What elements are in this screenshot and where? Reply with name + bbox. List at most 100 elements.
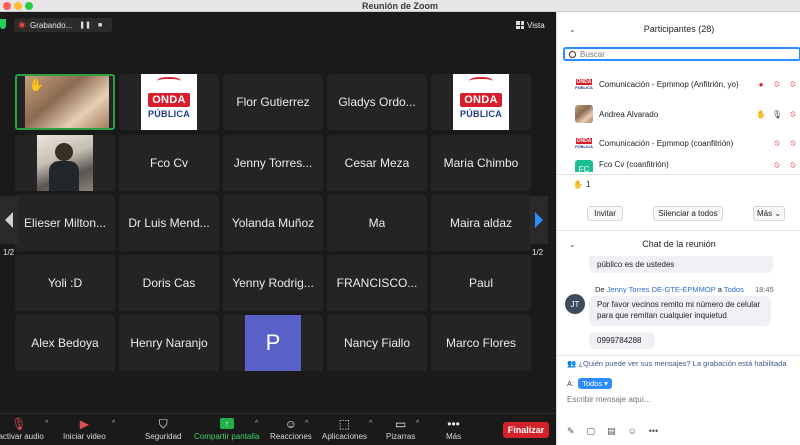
more-options-icon[interactable]: ••• xyxy=(649,426,658,437)
share-screen-icon: ↑ xyxy=(219,418,234,429)
participant-tile[interactable]: Fco Cv xyxy=(119,135,219,191)
participant-tile[interactable]: Maria Chimbo xyxy=(431,135,531,191)
raised-hand-icon: ✋ xyxy=(756,109,766,119)
participant-tile[interactable]: Jenny Torres... xyxy=(223,135,323,191)
chat-visibility-notice[interactable]: 👥 ¿Quién puede ver sus mensajes? La grab… xyxy=(567,359,787,368)
side-panel: ⌄ Participantes (28) ONDAPÚBLICA Comunic… xyxy=(556,12,800,445)
stop-recording-icon[interactable]: ■ xyxy=(98,22,102,29)
participant-tile[interactable]: ONDA PÚBLICA xyxy=(431,74,531,130)
collapse-chevron-icon[interactable]: ⌄ xyxy=(569,25,576,34)
participant-row[interactable]: ONDA PÚBLICA Comunicación - Epmmop (coanf… xyxy=(575,133,800,153)
participant-name: Alex Bedoya xyxy=(31,336,99,350)
ellipsis-icon: ••• xyxy=(447,417,460,431)
participant-tile[interactable]: FRANCISCO... xyxy=(327,255,427,311)
emoji-reaction-icon: ☺ xyxy=(284,417,298,431)
raised-hand-icon: ✋ xyxy=(29,78,44,92)
participant-row[interactable]: ONDA PÚBLICA Comunicación - Epmmop (Anfit… xyxy=(575,74,800,94)
participant-initial-avatar: P xyxy=(245,315,301,371)
participant-tile[interactable]: Doris Cas xyxy=(119,255,219,311)
whiteboard-icon: ▭ xyxy=(395,417,407,431)
end-meeting-button[interactable]: Finalizar xyxy=(503,422,549,438)
participant-tile[interactable]: ✋ xyxy=(15,74,115,130)
participant-tile[interactable]: Henry Naranjo xyxy=(119,315,219,371)
more-button[interactable]: ••• Más xyxy=(446,416,461,441)
format-text-icon[interactable]: ✎ xyxy=(567,426,575,437)
start-video-button[interactable]: ▶ Iniciar video xyxy=(63,416,106,441)
participant-name: Gladys Ordo... xyxy=(338,95,416,109)
participant-video: ✋ xyxy=(25,76,109,128)
participant-tile[interactable]: Yenny Rodrig... xyxy=(223,255,323,311)
participant-name: Doris Cas xyxy=(142,276,196,290)
emoji-icon[interactable]: ☺ xyxy=(628,426,637,437)
participant-name: Elieser Milton... xyxy=(23,216,107,230)
participant-name: Paul xyxy=(468,276,494,290)
participants-search[interactable] xyxy=(563,47,800,61)
previous-page-button[interactable] xyxy=(0,196,18,244)
participant-tile[interactable]: Yoli :D xyxy=(15,255,115,311)
participant-name: FRANCISCO... xyxy=(336,276,418,290)
raised-hands-count: ✋ 1 xyxy=(573,180,591,189)
grid-view-icon xyxy=(516,21,524,29)
participant-tile[interactable]: Paul xyxy=(431,255,531,311)
search-input[interactable] xyxy=(580,49,780,59)
attach-file-icon[interactable]: ▤ xyxy=(607,426,616,437)
participant-video xyxy=(37,135,93,191)
chat-recipient-row: A: Todos ▾ xyxy=(567,378,612,389)
mute-all-button[interactable]: Silenciar a todos xyxy=(653,206,723,221)
participant-tile[interactable]: Yolanda Muñoz xyxy=(223,195,323,251)
participant-tile[interactable]: Alex Bedoya xyxy=(15,315,115,371)
collapse-chevron-icon[interactable]: ⌄ xyxy=(569,240,576,249)
sender-avatar: JT xyxy=(565,294,585,314)
participant-tile[interactable]: Nancy Fiallo xyxy=(327,315,427,371)
security-button[interactable]: ⛉ Seguridad xyxy=(145,416,181,441)
participant-name: Henry Naranjo xyxy=(130,336,208,350)
participant-name: Flor Gutierrez xyxy=(236,95,310,109)
participant-tile[interactable]: Cesar Meza xyxy=(327,135,427,191)
next-page-button[interactable] xyxy=(530,196,548,244)
unmute-audio-button[interactable]: 🎙 eactivar audio xyxy=(0,416,44,441)
view-button[interactable]: Vista xyxy=(516,18,545,32)
audio-options-chevron-icon[interactable]: ^ xyxy=(45,420,48,427)
chat-message-input[interactable] xyxy=(567,395,797,404)
apps-button[interactable]: ⬚ Aplicaciones xyxy=(322,416,367,441)
shield-icon[interactable] xyxy=(0,19,6,29)
participant-avatar: ONDA PÚBLICA xyxy=(575,134,593,152)
participant-tile[interactable]: Dr Luis Mend... xyxy=(119,195,219,251)
participant-tile[interactable] xyxy=(15,135,115,191)
apps-options-chevron-icon[interactable]: ^ xyxy=(369,420,372,427)
participant-tile[interactable]: Ma xyxy=(327,195,427,251)
camera-off-icon: ⦸ xyxy=(790,79,796,88)
participant-name: Marco Flores xyxy=(445,336,516,350)
participant-tile[interactable]: Marco Flores xyxy=(431,315,531,371)
participant-tile[interactable]: Maira aldaz xyxy=(431,195,531,251)
participants-header: ⌄ Participantes (28) xyxy=(557,18,800,40)
chat-header: ⌄ Chat de la reunión xyxy=(557,233,800,255)
participant-tile[interactable]: Flor Gutierrez xyxy=(223,74,323,130)
participant-row[interactable]: Andrea Alvarado ✋ 🎙 ⦸ xyxy=(575,104,800,124)
shield-icon: ⛉ xyxy=(158,417,168,431)
share-screen-button[interactable]: ↑ Compartir pantalla xyxy=(194,416,259,441)
chat-message-bubble: Por favor vecinos remito mi número de ce… xyxy=(589,296,771,326)
share-options-chevron-icon[interactable]: ^ xyxy=(255,420,258,427)
video-options-chevron-icon[interactable]: ^ xyxy=(112,420,115,427)
screenshot-icon[interactable]: ▢ xyxy=(587,426,596,437)
pause-recording-icon[interactable]: ❚❚ xyxy=(79,21,91,29)
participant-name: Fco Cv xyxy=(149,156,188,170)
participant-name: Cesar Meza xyxy=(344,156,410,170)
participants-more-button[interactable]: Más ⌄ xyxy=(753,206,785,221)
participant-row[interactable]: FC Fco Cv (coanfitrión) ⦸ ⦸ xyxy=(575,160,800,172)
whiteboards-button[interactable]: ▭ Pizarras xyxy=(386,416,415,441)
participant-name: Yoli :D xyxy=(47,276,83,290)
participant-tile[interactable]: P xyxy=(223,315,323,371)
participant-avatar xyxy=(575,105,593,123)
participant-tile[interactable]: Gladys Ordo... xyxy=(327,74,427,130)
invite-button[interactable]: Invitar xyxy=(587,206,623,221)
recipient-select[interactable]: Todos ▾ xyxy=(578,378,612,389)
participant-name: Jenny Torres... xyxy=(233,156,313,170)
camera-off-icon: ⦸ xyxy=(790,138,796,147)
reactions-options-chevron-icon[interactable]: ^ xyxy=(305,420,308,427)
record-dot-icon xyxy=(18,21,26,29)
participant-tile[interactable]: Elieser Milton... xyxy=(15,195,115,251)
participant-tile[interactable]: ONDA PÚBLICA xyxy=(119,74,219,130)
whiteboard-options-chevron-icon[interactable]: ^ xyxy=(416,420,419,427)
